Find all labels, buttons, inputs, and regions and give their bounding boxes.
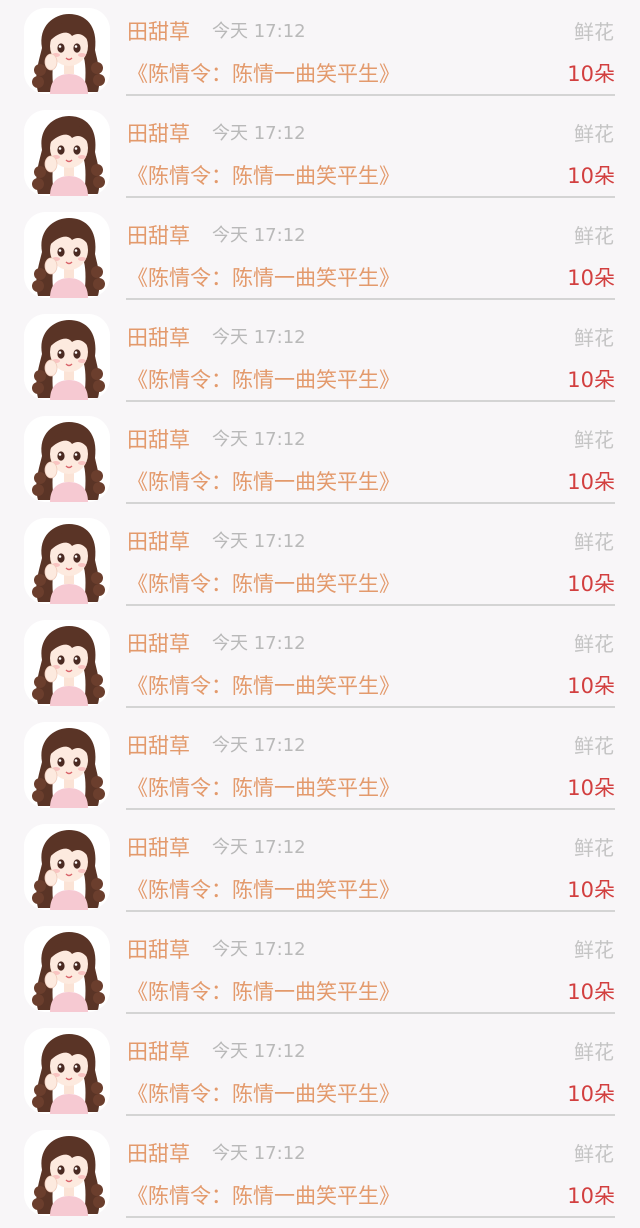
row-divider — [126, 604, 615, 606]
gift-count: 10朵 — [567, 572, 615, 596]
list-item[interactable]: 田甜草 今天 17:12 鲜花 《陈情令：陈情一曲笑平生》 10朵 — [0, 616, 640, 718]
timestamp: 今天 17:12 — [212, 225, 306, 246]
gift-count: 10朵 — [567, 674, 615, 698]
row-divider — [126, 94, 615, 96]
cartoon-girl-avatar-icon[interactable] — [24, 1130, 110, 1216]
user-name[interactable]: 田甜草 — [127, 1139, 190, 1169]
timestamp: 今天 17:12 — [212, 21, 306, 42]
gift-type-label: 鲜花 — [574, 734, 614, 758]
user-name[interactable]: 田甜草 — [127, 17, 190, 47]
cartoon-girl-avatar-icon[interactable] — [24, 212, 110, 298]
list-item[interactable]: 田甜草 今天 17:12 鲜花 《陈情令：陈情一曲笑平生》 10朵 — [0, 208, 640, 310]
row-divider — [126, 1114, 615, 1116]
gift-count: 10朵 — [567, 368, 615, 392]
gift-count: 10朵 — [567, 470, 615, 494]
gift-count: 10朵 — [567, 776, 615, 800]
list-item[interactable]: 田甜草 今天 17:12 鲜花 《陈情令：陈情一曲笑平生》 10朵 — [0, 514, 640, 616]
user-name[interactable]: 田甜草 — [127, 935, 190, 965]
book-title[interactable]: 《陈情令：陈情一曲笑平生》 — [127, 59, 400, 89]
gift-type-label: 鲜花 — [574, 224, 614, 248]
list-item[interactable]: 田甜草 今天 17:12 鲜花 《陈情令：陈情一曲笑平生》 10朵 — [0, 412, 640, 514]
user-name[interactable]: 田甜草 — [127, 833, 190, 863]
gift-type-label: 鲜花 — [574, 1142, 614, 1166]
user-name[interactable]: 田甜草 — [127, 731, 190, 761]
gift-type-label: 鲜花 — [574, 632, 614, 656]
user-name[interactable]: 田甜草 — [127, 221, 190, 251]
timestamp: 今天 17:12 — [212, 1041, 306, 1062]
cartoon-girl-avatar-icon[interactable] — [24, 722, 110, 808]
timestamp: 今天 17:12 — [212, 1143, 306, 1164]
gift-type-label: 鲜花 — [574, 530, 614, 554]
gift-type-label: 鲜花 — [574, 326, 614, 350]
list-item[interactable]: 田甜草 今天 17:12 鲜花 《陈情令：陈情一曲笑平生》 10朵 — [0, 820, 640, 922]
book-title[interactable]: 《陈情令：陈情一曲笑平生》 — [127, 977, 400, 1007]
timestamp: 今天 17:12 — [212, 123, 306, 144]
row-divider — [126, 910, 615, 912]
user-name[interactable]: 田甜草 — [127, 119, 190, 149]
user-name[interactable]: 田甜草 — [127, 1037, 190, 1067]
row-divider — [126, 196, 615, 198]
book-title[interactable]: 《陈情令：陈情一曲笑平生》 — [127, 467, 400, 497]
list-item[interactable]: 田甜草 今天 17:12 鲜花 《陈情令：陈情一曲笑平生》 10朵 — [0, 106, 640, 208]
timestamp: 今天 17:12 — [212, 429, 306, 450]
gift-count: 10朵 — [567, 1082, 615, 1106]
user-name[interactable]: 田甜草 — [127, 323, 190, 353]
list-item[interactable]: 田甜草 今天 17:12 鲜花 《陈情令：陈情一曲笑平生》 10朵 — [0, 718, 640, 820]
timestamp: 今天 17:12 — [212, 735, 306, 756]
row-divider — [126, 502, 615, 504]
cartoon-girl-avatar-icon[interactable] — [24, 926, 110, 1012]
gift-feed-list: 田甜草 今天 17:12 鲜花 《陈情令：陈情一曲笑平生》 10朵 田甜草 今天… — [0, 0, 640, 1218]
user-name[interactable]: 田甜草 — [127, 527, 190, 557]
gift-type-label: 鲜花 — [574, 1040, 614, 1064]
gift-count: 10朵 — [567, 878, 615, 902]
gift-type-label: 鲜花 — [574, 836, 614, 860]
gift-count: 10朵 — [567, 164, 615, 188]
list-item[interactable]: 田甜草 今天 17:12 鲜花 《陈情令：陈情一曲笑平生》 10朵 — [0, 4, 640, 106]
book-title[interactable]: 《陈情令：陈情一曲笑平生》 — [127, 1181, 400, 1211]
row-divider — [126, 1012, 615, 1014]
cartoon-girl-avatar-icon[interactable] — [24, 1028, 110, 1114]
list-item[interactable]: 田甜草 今天 17:12 鲜花 《陈情令：陈情一曲笑平生》 10朵 — [0, 1024, 640, 1126]
book-title[interactable]: 《陈情令：陈情一曲笑平生》 — [127, 263, 400, 293]
gift-type-label: 鲜花 — [574, 122, 614, 146]
list-item[interactable]: 田甜草 今天 17:12 鲜花 《陈情令：陈情一曲笑平生》 10朵 — [0, 310, 640, 412]
cartoon-girl-avatar-icon[interactable] — [24, 8, 110, 94]
book-title[interactable]: 《陈情令：陈情一曲笑平生》 — [127, 569, 400, 599]
gift-count: 10朵 — [567, 980, 615, 1004]
gift-type-label: 鲜花 — [574, 20, 614, 44]
row-divider — [126, 706, 615, 708]
gift-count: 10朵 — [567, 1184, 615, 1208]
list-item[interactable]: 田甜草 今天 17:12 鲜花 《陈情令：陈情一曲笑平生》 10朵 — [0, 1126, 640, 1228]
cartoon-girl-avatar-icon[interactable] — [24, 518, 110, 604]
gift-type-label: 鲜花 — [574, 938, 614, 962]
cartoon-girl-avatar-icon[interactable] — [24, 620, 110, 706]
cartoon-girl-avatar-icon[interactable] — [24, 110, 110, 196]
timestamp: 今天 17:12 — [212, 939, 306, 960]
timestamp: 今天 17:12 — [212, 633, 306, 654]
list-item[interactable]: 田甜草 今天 17:12 鲜花 《陈情令：陈情一曲笑平生》 10朵 — [0, 922, 640, 1024]
user-name[interactable]: 田甜草 — [127, 425, 190, 455]
cartoon-girl-avatar-icon[interactable] — [24, 314, 110, 400]
book-title[interactable]: 《陈情令：陈情一曲笑平生》 — [127, 773, 400, 803]
cartoon-girl-avatar-icon[interactable] — [24, 824, 110, 910]
user-name[interactable]: 田甜草 — [127, 629, 190, 659]
gift-type-label: 鲜花 — [574, 428, 614, 452]
book-title[interactable]: 《陈情令：陈情一曲笑平生》 — [127, 875, 400, 905]
book-title[interactable]: 《陈情令：陈情一曲笑平生》 — [127, 1079, 400, 1109]
gift-count: 10朵 — [567, 62, 615, 86]
timestamp: 今天 17:12 — [212, 327, 306, 348]
book-title[interactable]: 《陈情令：陈情一曲笑平生》 — [127, 161, 400, 191]
row-divider — [126, 298, 615, 300]
timestamp: 今天 17:12 — [212, 531, 306, 552]
row-divider — [126, 808, 615, 810]
book-title[interactable]: 《陈情令：陈情一曲笑平生》 — [127, 671, 400, 701]
timestamp: 今天 17:12 — [212, 837, 306, 858]
row-divider — [126, 1216, 615, 1218]
row-divider — [126, 400, 615, 402]
book-title[interactable]: 《陈情令：陈情一曲笑平生》 — [127, 365, 400, 395]
cartoon-girl-avatar-icon[interactable] — [24, 416, 110, 502]
gift-count: 10朵 — [567, 266, 615, 290]
